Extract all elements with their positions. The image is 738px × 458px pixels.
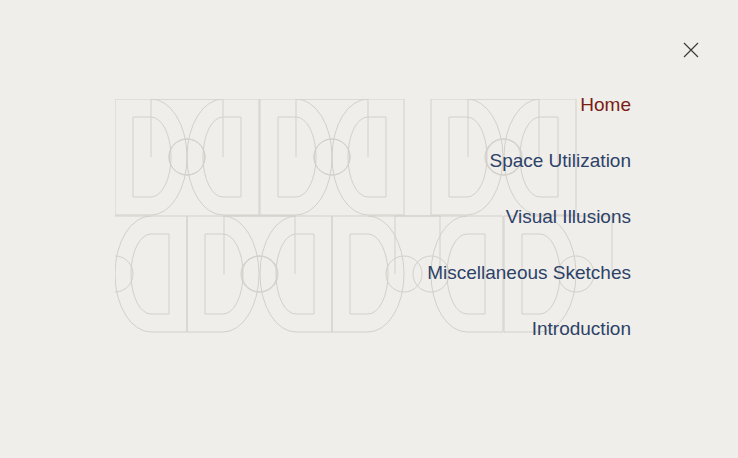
menu-item[interactable]: Visual Illusions — [506, 205, 631, 229]
menu-item[interactable]: Space Utilization — [489, 149, 631, 173]
main-menu: Home Space Utilization Visual Illusions Mis… — [0, 0, 738, 341]
menu-item[interactable]: Miscellaneous Sketches — [427, 261, 631, 285]
menu-item[interactable]: Home — [580, 93, 631, 117]
close-button[interactable] — [682, 41, 700, 59]
menu-item[interactable]: Introduction — [532, 317, 631, 341]
menu-overlay: Home Space Utilization Visual Illusions Mis… — [0, 0, 738, 458]
close-icon — [683, 42, 699, 58]
